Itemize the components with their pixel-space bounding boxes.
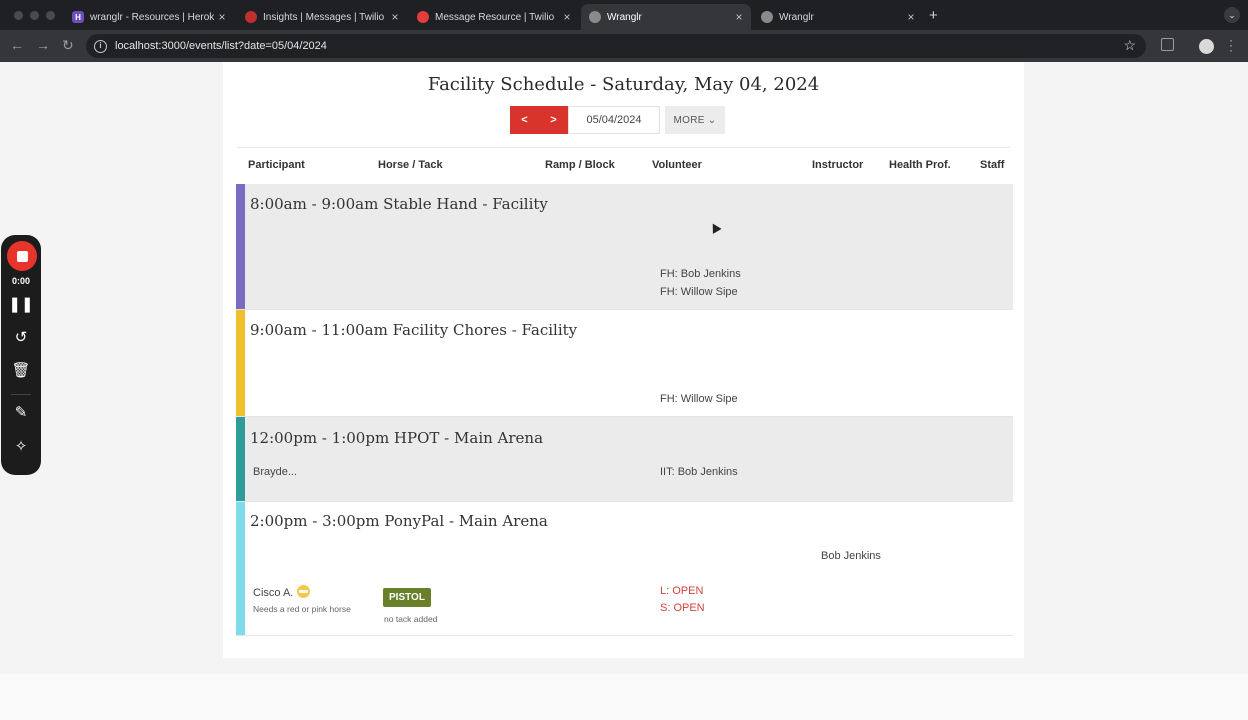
close-icon[interactable]: × <box>214 10 230 24</box>
volunteer-assignment: IIT: Bob Jenkins <box>660 466 738 478</box>
event-color-bar <box>236 184 245 309</box>
participant-note: Needs a red or pink horse <box>253 604 351 614</box>
event-color-bar <box>236 310 245 416</box>
event-row-stable-hand[interactable]: 8:00am - 9:00am Stable Hand - Facility F… <box>236 184 1013 310</box>
screen-recorder-widget: 0:00 ❚❚ ↺ 🗑 ✎ ✧ <box>1 235 41 475</box>
event-title[interactable]: 9:00am - 11:00am Facility Chores - Facil… <box>250 321 577 339</box>
event-title[interactable]: 12:00pm - 1:00pm HPOT - Main Arena <box>250 429 543 447</box>
stop-icon <box>16 250 28 262</box>
recording-timer: 0:00 <box>11 276 30 286</box>
event-color-bar <box>236 502 245 635</box>
forward-arrow-icon[interactable]: → <box>36 37 50 53</box>
date-input[interactable]: 05/04/2024 <box>568 106 660 134</box>
participant-name[interactable]: Brayde... <box>253 466 297 478</box>
window-zoom-dot[interactable] <box>46 11 55 20</box>
event-title[interactable]: 8:00am - 9:00am Stable Hand - Facility <box>250 195 548 213</box>
bookmark-star-icon[interactable]: ☆ <box>1123 37 1136 54</box>
horse-tag[interactable]: PISTOL <box>383 588 431 607</box>
close-icon[interactable]: × <box>559 10 575 24</box>
volunteer-assignment: FH: Bob Jenkins <box>660 268 741 280</box>
reload-icon[interactable]: ↻ <box>62 37 74 54</box>
site-info-icon[interactable]: i <box>94 39 107 53</box>
window-close-dot[interactable] <box>14 11 23 20</box>
tab-title: Insights | Messages | Twilio <box>263 11 385 23</box>
column-header-staff: Staff <box>980 159 1005 171</box>
event-row-ponypal[interactable]: 2:00pm - 3:00pm PonyPal - Main Arena Bob… <box>236 502 1013 636</box>
tab-title: Message Resource | Twilio <box>435 11 555 23</box>
browser-tab-wranglr-active[interactable]: Wranglr × <box>581 4 751 30</box>
stop-recording-button[interactable] <box>7 241 37 271</box>
trash-icon[interactable]: 🗑 <box>1 361 41 379</box>
globe-icon <box>589 11 601 23</box>
volunteer-open-slot[interactable]: S: OPEN <box>660 602 705 614</box>
event-title[interactable]: 2:00pm - 3:00pm PonyPal - Main Arena <box>250 512 548 530</box>
volunteer-open-slot[interactable]: L: OPEN <box>660 585 703 597</box>
schedule-panel: Facility Schedule - Saturday, May 04, 20… <box>223 62 1024 658</box>
tab-title: Wranglr <box>779 11 814 23</box>
column-header-ramp-block: Ramp / Block <box>545 159 615 171</box>
grimace-emoji-icon <box>297 585 311 598</box>
column-header-horse-tack: Horse / Tack <box>378 159 443 171</box>
restart-icon[interactable]: ↺ <box>1 328 41 346</box>
tack-note: no tack added <box>384 614 438 624</box>
header-divider <box>237 147 1010 148</box>
page-title: Facility Schedule - Saturday, May 04, 20… <box>427 74 820 95</box>
volunteer-assignment: FH: Willow Sipe <box>660 393 738 405</box>
magic-wand-icon[interactable]: ✧ <box>1 437 41 455</box>
address-bar[interactable]: i localhost:3000/events/list?date=05/04/… <box>86 34 1146 58</box>
close-icon[interactable]: × <box>903 10 919 24</box>
back-arrow-icon[interactable]: ← <box>10 37 24 53</box>
page-content: Facility Schedule - Saturday, May 04, 20… <box>0 62 1248 720</box>
browser-toolbar: ← → ↻ i localhost:3000/events/list?date=… <box>0 30 1248 62</box>
close-icon[interactable]: × <box>387 10 403 24</box>
recorder-divider <box>11 394 31 395</box>
volunteer-assignment: FH: Willow Sipe <box>660 286 738 298</box>
page-footer-strip <box>0 674 1248 720</box>
browser-tab-wranglr[interactable]: Wranglr × <box>753 4 923 30</box>
column-header-participant: Participant <box>248 159 305 171</box>
tab-search-chevron-icon[interactable]: ⌄ <box>1224 7 1240 23</box>
participant-entry[interactable]: Cisco A. <box>253 585 311 599</box>
url-text[interactable]: localhost:3000/events/list?date=05/04/20… <box>115 40 327 52</box>
extensions-puzzle-icon[interactable] <box>1161 38 1174 51</box>
previous-day-button[interactable]: < <box>510 106 539 134</box>
new-tab-plus-icon[interactable]: + <box>929 7 938 24</box>
event-color-bar <box>236 417 245 501</box>
column-header-health-prof: Health Prof. <box>889 159 951 171</box>
window-minimize-dot[interactable] <box>30 11 39 20</box>
profile-avatar[interactable] <box>1199 39 1214 54</box>
tab-title: wranglr - Resources | Heroku <box>90 11 214 23</box>
close-icon[interactable]: × <box>731 10 747 24</box>
date-controls: < > 05/04/2024 MORE ⌄ <box>510 106 725 134</box>
pencil-icon[interactable]: ✎ <box>1 403 41 421</box>
browser-tab-twilio-message[interactable]: Message Resource | Twilio × <box>409 4 579 30</box>
browser-tab-bar: H wranglr - Resources | Heroku × Insight… <box>0 0 1248 30</box>
pause-icon[interactable]: ❚❚ <box>1 295 41 313</box>
twilio-icon <box>417 11 429 23</box>
browser-tab-twilio-insights[interactable]: Insights | Messages | Twilio × <box>237 4 407 30</box>
browser-menu-kebab-icon[interactable]: · · · <box>1229 34 1233 56</box>
heroku-icon: H <box>72 11 84 23</box>
browser-tab-heroku[interactable]: H wranglr - Resources | Heroku × <box>64 4 234 30</box>
instructor-name: Bob Jenkins <box>821 550 881 562</box>
event-row-facility-chores[interactable]: 9:00am - 11:00am Facility Chores - Facil… <box>236 310 1013 417</box>
column-header-volunteer: Volunteer <box>652 159 702 171</box>
next-day-button[interactable]: > <box>539 106 568 134</box>
more-dropdown-button[interactable]: MORE ⌄ <box>665 106 725 134</box>
twilio-icon <box>245 11 257 23</box>
participant-name[interactable]: Cisco A. <box>253 587 293 599</box>
event-row-hpot[interactable]: 12:00pm - 1:00pm HPOT - Main Arena Brayd… <box>236 417 1013 502</box>
globe-icon <box>761 11 773 23</box>
tab-title: Wranglr <box>607 11 642 23</box>
column-header-instructor: Instructor <box>812 159 864 171</box>
